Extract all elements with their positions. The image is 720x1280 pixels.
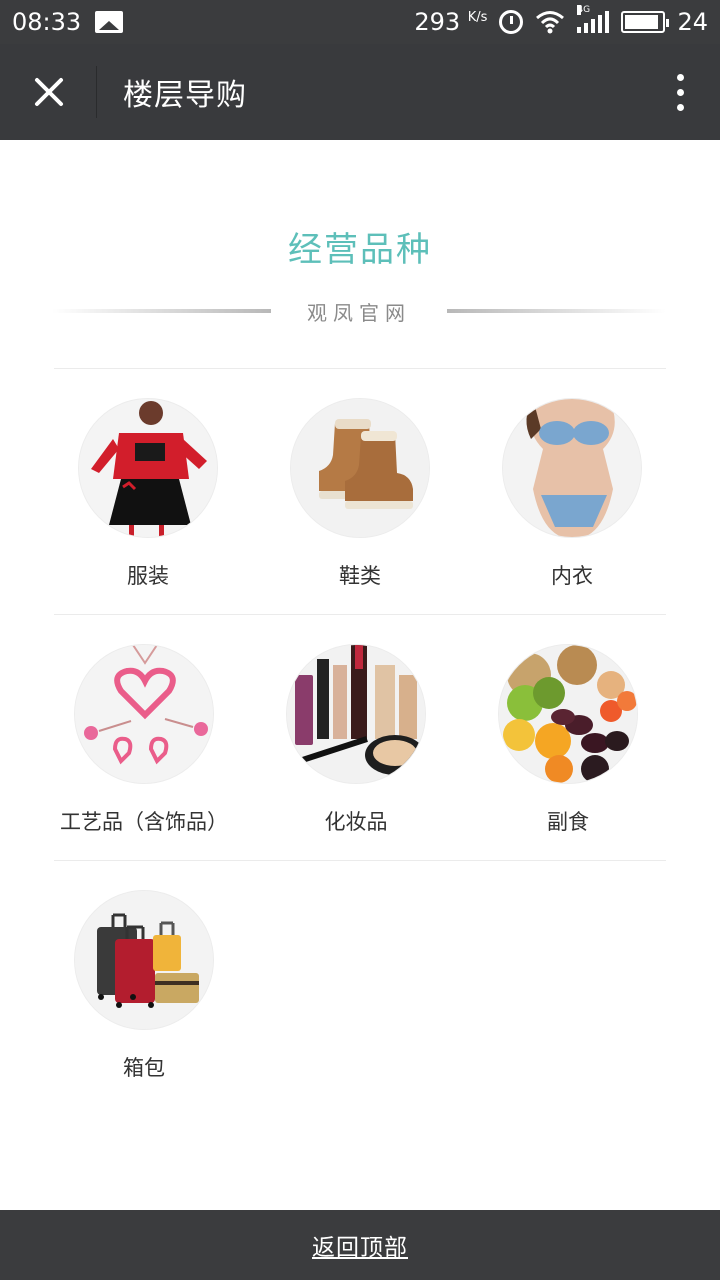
subtitle-row: 观凤官网	[52, 296, 666, 326]
footer-bar: 返回顶部	[0, 1210, 720, 1280]
decorative-line-left	[52, 309, 271, 313]
boots-icon	[290, 398, 430, 538]
back-to-top-link[interactable]: 返回顶部	[312, 1228, 408, 1262]
category-label: 箱包	[123, 1056, 165, 1080]
more-options-button[interactable]	[640, 44, 720, 140]
category-label: 副食	[547, 810, 589, 834]
section-subtitle: 观凤官网	[307, 300, 411, 325]
decorative-line-right	[447, 309, 666, 313]
category-label: 内衣	[551, 564, 593, 588]
photo-notification-icon	[95, 11, 124, 33]
lingerie-icon	[502, 398, 642, 538]
category-food[interactable]: 副食	[458, 644, 678, 836]
category-clothing[interactable]: 服装	[38, 398, 258, 590]
clothing-icon	[78, 398, 218, 538]
category-label: 化妆品	[324, 810, 388, 834]
category-crafts[interactable]: 工艺品（含饰品）	[34, 644, 254, 836]
row-divider	[54, 860, 666, 861]
row-divider	[54, 614, 666, 615]
category-cosmetics[interactable]: 化妆品	[246, 644, 466, 836]
title-bar: 楼层导购	[0, 44, 720, 140]
category-label: 工艺品（含饰品）	[60, 810, 228, 834]
title-divider	[96, 66, 97, 118]
jewelry-icon	[74, 644, 214, 784]
wifi-icon	[536, 11, 565, 34]
dried-fruit-icon	[498, 644, 638, 784]
category-luggage[interactable]: 箱包	[34, 890, 254, 1082]
cell-signal-icon: 4G	[577, 5, 610, 33]
category-label: 鞋类	[339, 564, 381, 588]
category-lingerie[interactable]: 内衣	[462, 398, 682, 590]
section-heading: 经营品种	[288, 230, 432, 270]
luggage-icon	[74, 890, 214, 1030]
alarm-icon	[499, 10, 524, 34]
page-title: 楼层导购	[123, 78, 247, 113]
row-divider	[54, 368, 666, 369]
network-speed: 293 K/s	[414, 8, 488, 36]
battery-level: 24	[677, 8, 708, 36]
cosmetics-icon	[286, 644, 426, 784]
battery-icon	[621, 11, 670, 33]
status-time: 08:33	[12, 8, 82, 36]
category-shoes[interactable]: 鞋类	[250, 398, 470, 590]
close-button[interactable]	[0, 44, 96, 140]
status-bar: 08:33 293 K/s 4G 24	[0, 0, 720, 44]
category-label: 服装	[127, 564, 169, 588]
